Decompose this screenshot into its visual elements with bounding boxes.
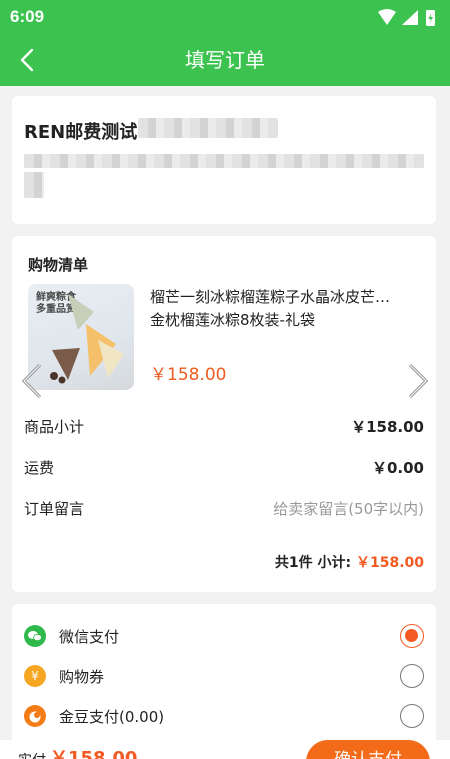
address-card[interactable]: REN邮费测试: [12, 96, 436, 224]
payment-label: 金豆支付(0.00): [59, 708, 165, 726]
note-label: 订单留言: [24, 500, 85, 518]
note-row[interactable]: 订单留言 给卖家留言(50字以内): [24, 498, 424, 520]
section-title: 购物清单: [28, 256, 89, 274]
small-total-value: ￥158.00: [355, 555, 424, 571]
carousel-prev-icon[interactable]: [18, 361, 48, 401]
carousel-next-icon[interactable]: [402, 361, 432, 401]
product-name[interactable]: 榴芒一刻冰粽榴莲粽子水晶冰皮芒… 金枕榴莲冰粽8枚装-礼袋: [150, 286, 422, 332]
subtotal-row: 商品小计 ￥158.00: [24, 416, 424, 438]
redacted-address-line2: [24, 172, 44, 198]
app-header: 6:09 填写订单: [0, 0, 450, 86]
payment-label: 购物券: [59, 668, 105, 686]
voucher-icon: ¥: [24, 665, 46, 687]
cart-total: 共1件 小计: ￥158.00: [275, 552, 424, 572]
status-time: 6:09: [10, 7, 45, 26]
wifi-icon: [378, 9, 396, 25]
page-title: 填写订单: [185, 48, 265, 72]
shipping-value: ￥0.00: [371, 459, 424, 477]
wechat-pay-icon: [24, 625, 46, 647]
product-price: ￥158.00: [150, 365, 227, 385]
confirm-pay-button[interactable]: 确认支付: [306, 740, 430, 759]
small-total-label: 小计:: [317, 555, 352, 571]
payment-option-voucher[interactable]: ¥ 购物券: [12, 660, 436, 690]
shipping-label: 运费: [24, 459, 55, 477]
signal-icon: [402, 10, 418, 25]
payment-option-wechat[interactable]: 微信支付: [12, 620, 436, 650]
note-input[interactable]: 给卖家留言(50字以内): [273, 498, 424, 519]
redacted-phone: [138, 118, 278, 138]
status-bar: 6:09: [0, 0, 450, 34]
shopping-list-card: 购物清单 鲜爽粽食 多重品赏 榴芒一刻冰粽榴莲粽子水晶冰皮芒… 金枕榴莲冰粽8枚…: [12, 236, 436, 592]
checkout-bar: 实付 ￥158.00 确认支付: [0, 740, 450, 759]
pay-label: 实付: [18, 750, 46, 759]
shipping-row: 运费 ￥0.00: [24, 457, 424, 479]
payment-radio[interactable]: [400, 704, 424, 728]
pay-amount: ￥158.00: [50, 748, 138, 759]
payment-label: 微信支付: [59, 628, 120, 646]
recipient-name: REN邮费测试: [24, 122, 138, 143]
redacted-address: [24, 154, 424, 168]
status-icons: [378, 9, 435, 26]
gold-bean-icon: [24, 705, 46, 727]
subtotal-label: 商品小计: [24, 418, 85, 436]
payment-radio[interactable]: [400, 664, 424, 688]
subtotal-value: ￥158.00: [351, 418, 424, 436]
payment-option-gold-bean[interactable]: 金豆支付(0.00): [12, 700, 436, 730]
item-count: 共1件: [274, 555, 313, 571]
title-bar: 填写订单: [0, 34, 450, 86]
payment-card: 微信支付 ¥ 购物券 金豆支付(0.00): [12, 604, 436, 759]
payment-radio-selected[interactable]: [400, 624, 424, 648]
